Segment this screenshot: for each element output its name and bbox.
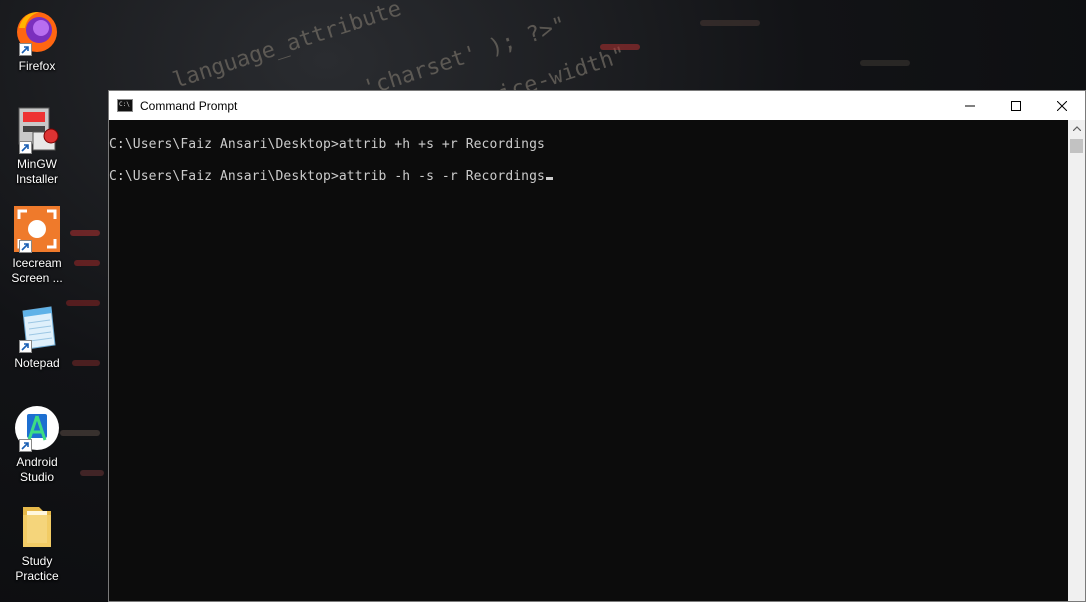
maximize-button[interactable]	[993, 91, 1039, 120]
command-prompt-window[interactable]: C:\ Command Prompt C:\Users\Faiz Ansari\…	[108, 90, 1086, 602]
console-line-text: C:\Users\Faiz Ansari\Desktop>attrib +h +…	[109, 137, 545, 152]
close-icon	[1057, 100, 1067, 111]
android-studio-icon	[13, 404, 61, 452]
desktop-icon-label: Icecream Screen ...	[11, 256, 63, 285]
title-bar[interactable]: C:\ Command Prompt	[109, 91, 1085, 120]
shortcut-arrow-icon	[19, 240, 32, 253]
minimize-button[interactable]	[947, 91, 993, 120]
shortcut-arrow-icon	[19, 439, 32, 452]
mingw-installer-icon	[13, 106, 61, 154]
desktop-icon-label: Firefox	[18, 59, 56, 73]
desktop-icon-android-studio[interactable]: Android Studio	[4, 404, 70, 485]
console-line: C:\Users\Faiz Ansari\Desktop>attrib +h +…	[109, 137, 545, 152]
maximize-icon	[1011, 100, 1021, 111]
desktop-icon-label: Notepad	[14, 356, 60, 370]
scroll-thumb[interactable]	[1070, 139, 1083, 153]
minimize-icon	[965, 105, 975, 106]
firefox-icon	[13, 8, 61, 56]
desktop-icon-label: Study Practice	[15, 554, 59, 583]
shortcut-arrow-icon	[19, 43, 32, 56]
chevron-up-icon	[1072, 126, 1081, 131]
shortcut-arrow-icon	[19, 340, 32, 353]
console-line-text: C:\Users\Faiz Ansari\Desktop>attrib -h -…	[109, 169, 545, 184]
notepad-icon	[13, 305, 61, 353]
close-button[interactable]	[1039, 91, 1085, 120]
shortcut-arrow-icon	[19, 141, 32, 154]
desktop-icon-mingw-installer[interactable]: MinGW Installer	[4, 106, 70, 187]
console-output[interactable]: C:\Users\Faiz Ansari\Desktop>attrib +h +…	[109, 120, 1068, 601]
desktop-icon-notepad[interactable]: Notepad	[4, 305, 70, 371]
desktop-icon-icecream-screen-recorder[interactable]: Icecream Screen ...	[4, 205, 70, 286]
icecream-screen-recorder-icon	[13, 205, 61, 253]
desktop-icon-label: MinGW Installer	[15, 157, 59, 186]
vertical-scrollbar[interactable]	[1068, 120, 1085, 601]
console-line: C:\Users\Faiz Ansari\Desktop>attrib -h -…	[109, 169, 553, 184]
window-controls	[947, 91, 1085, 120]
scroll-up-button[interactable]	[1068, 120, 1085, 137]
window-title: Command Prompt	[140, 98, 238, 113]
desktop-icon-label: Android Studio	[16, 455, 58, 484]
desktop-icon-study-practice[interactable]: Study Practice	[4, 503, 70, 584]
cmd-icon: C:\	[117, 99, 133, 112]
text-cursor	[545, 177, 553, 180]
folder-icon	[13, 503, 61, 551]
desktop-icon-firefox[interactable]: Firefox	[4, 8, 70, 74]
